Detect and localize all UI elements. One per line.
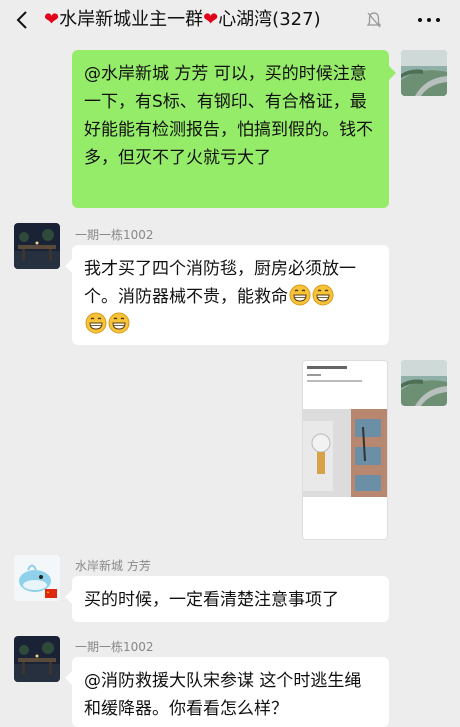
chevron-left-icon[interactable] [14, 10, 32, 30]
avatar-self[interactable] [401, 360, 447, 406]
grinning-face-icon [289, 284, 311, 306]
bubble-tail [65, 590, 72, 604]
sender-name: 水岸新城 方芳 [75, 559, 151, 573]
avatar-sender[interactable] [14, 555, 60, 601]
heart-icon: ❤ [44, 9, 60, 30]
bubble-tail [65, 671, 72, 685]
avatar-sender[interactable] [14, 636, 60, 682]
message-bubble-received[interactable]: 买的时候，一定看清楚注意事项了 [72, 576, 389, 622]
chat-title: ❤水岸新城业主一群❤心湖湾(327) [44, 8, 321, 32]
screenshot-photo-icon [303, 361, 387, 539]
message-bubble-received[interactable]: @消防救援大队宋参谋 这个时逃生绳和缓降器。你看看怎么样？ [72, 657, 389, 727]
bubble-tail [389, 66, 396, 80]
chat-title-part1: 水岸新城业主一群 [59, 9, 204, 30]
avatar-self[interactable] [401, 50, 447, 96]
heart-icon: ❤ [203, 9, 219, 30]
message-text: @水岸新城 方芳 可以，买的时候注意一下，有S标、有钢印、有合格证，最好能能有检… [84, 64, 373, 168]
message-text: 买的时候，一定看清楚注意事项了 [84, 590, 339, 610]
grinning-face-icon [85, 312, 107, 334]
chat-title-part2: 心湖湾(327) [218, 9, 321, 30]
chat-header: ❤水岸新城业主一群❤心湖湾(327) [0, 0, 460, 40]
bubble-tail [65, 259, 72, 273]
sender-name: 一期一栋1002 [75, 228, 154, 242]
more-dots-icon[interactable] [418, 18, 440, 24]
message-bubble-sent[interactable]: @水岸新城 方芳 可以，买的时候注意一下，有S标、有钢印、有合格证，最好能能有检… [72, 50, 389, 208]
bell-muted-icon [366, 11, 382, 29]
message-text: @消防救援大队宋参谋 这个时逃生绳和缓降器。你看看怎么样？ [84, 671, 362, 719]
avatar-sender[interactable] [14, 223, 60, 269]
image-message[interactable] [302, 360, 388, 540]
sender-name: 一期一栋1002 [75, 640, 154, 654]
grinning-face-icon [108, 312, 130, 334]
message-bubble-received[interactable]: 我才买了四个消防毯，厨房必须放一个。消防器械不贵，能救命 [72, 245, 389, 345]
grinning-face-icon [312, 284, 334, 306]
